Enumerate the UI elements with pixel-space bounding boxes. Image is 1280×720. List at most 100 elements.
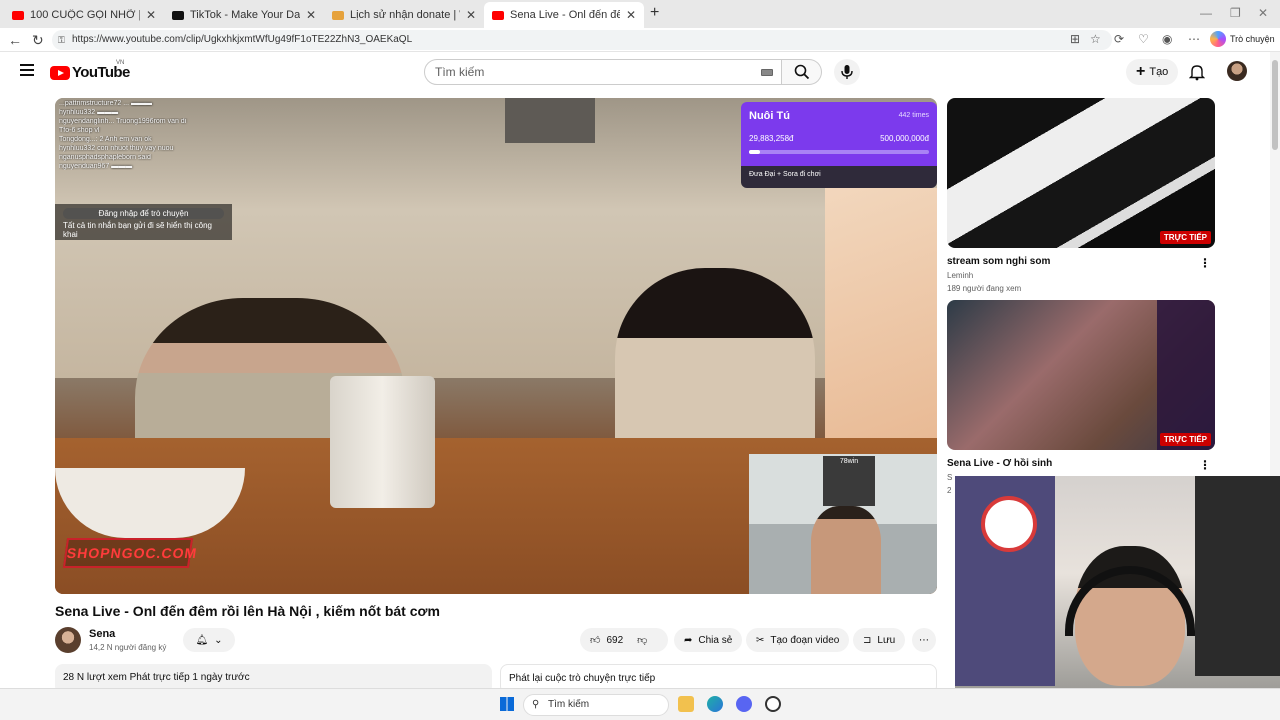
copilot-chat-button[interactable]: Trò chuyện	[1210, 31, 1275, 47]
donate-progress-bar	[749, 150, 929, 154]
tab-title: TikTok - Make Your Day	[190, 9, 300, 21]
tab-title: 100 CUỘC GỌI NHỠ | WOKEUP ft.	[30, 9, 140, 21]
url-text: https://www.youtube.com/clip/UgkxhkjxmtW…	[72, 34, 413, 45]
close-icon[interactable]: ✕	[626, 8, 636, 22]
more-horizontal-icon: ⋯	[919, 634, 929, 646]
chat-message: hynhluu332 con nhuot thuy vay nuou	[59, 145, 174, 152]
browser-tab-active[interactable]: Sena Live - Onl đến đêm rồi lên Hà ✕	[484, 2, 644, 28]
chat-message: ...pattrimstructure72 ... ▬▬▬	[59, 100, 152, 107]
chat-replay-label: Phát lại cuộc trò chuyện trực tiếp	[509, 673, 656, 684]
live-badge: TRỰC TIẾP	[1159, 231, 1211, 244]
bookmark-icon: ⊐	[863, 634, 872, 646]
donate-subtitle: Đưa Đại + Sora đi chơi	[741, 166, 937, 188]
search-input[interactable]: Tìm kiếm	[424, 59, 782, 85]
search-icon: ⚲	[532, 699, 540, 710]
more-menu-icon[interactable]: ⋯	[1188, 32, 1200, 46]
video-thumbnail[interactable]: TRỰC TIẾP	[947, 98, 1215, 248]
favorite-star-icon[interactable]: ☆	[1090, 32, 1101, 46]
youtube-favicon-icon	[492, 10, 504, 20]
tab-title: Sena Live - Onl đến đêm rồi lên Hà	[510, 9, 620, 21]
youtube-favicon-icon	[12, 10, 24, 20]
more-actions-button[interactable]: ⋯	[912, 628, 936, 652]
microphone-icon	[841, 65, 853, 79]
recommended-video[interactable]: TRỰC TIẾP stream som nghi som Leminh 189…	[947, 98, 1215, 293]
youtube-wordmark: YouTube	[72, 64, 130, 81]
discord-icon[interactable]	[736, 696, 752, 712]
new-tab-icon[interactable]: +	[650, 4, 659, 22]
create-label: Tạo	[1149, 66, 1169, 78]
app-available-icon[interactable]: ⊞	[1070, 32, 1080, 46]
donate-current: 29,883,258đ	[749, 134, 794, 143]
scrollbar-thumb[interactable]	[1272, 60, 1278, 150]
windows-start-icon[interactable]	[500, 697, 514, 711]
save-button[interactable]: ⊐ Lưu	[853, 628, 906, 652]
reload-icon[interactable]: ↻	[32, 32, 44, 49]
recommended-title[interactable]: Sena Live - Ơ hồi sinh	[947, 458, 1215, 469]
youtube-play-icon	[50, 65, 70, 80]
recommended-video[interactable]: TRỰC TIẾP Sena Live - Ơ hồi sinh S 2 ⋮	[947, 300, 1215, 495]
search-button[interactable]	[782, 59, 822, 85]
browser-tab[interactable]: 100 CUỘC GỌI NHỠ | WOKEUP ft. ✕	[4, 2, 164, 28]
subscription-bell-button[interactable]: 🔔︎ ⌄	[183, 628, 235, 652]
browser-tab-bar: 100 CUỘC GỌI NHỠ | WOKEUP ft. ✕ TikTok -…	[0, 0, 1280, 28]
video-thumbnail[interactable]: TRỰC TIẾP	[947, 300, 1215, 450]
video-player[interactable]: ...pattrimstructure72 ... ▬▬▬ hynhluu332…	[55, 98, 937, 594]
subscriber-count: 14,2 N người đăng ký	[89, 643, 167, 652]
share-button[interactable]: ➦ Chia sẻ	[674, 628, 743, 652]
keyboard-icon[interactable]	[761, 69, 773, 76]
recommended-channel[interactable]: Leminh	[947, 271, 1215, 280]
channel-name[interactable]: Sena	[89, 628, 115, 640]
like-count: 692	[606, 634, 624, 646]
video-frame-detail	[330, 376, 435, 508]
browser-tab[interactable]: Lịch sử nhận donate | WeScan ✕	[324, 2, 484, 28]
create-clip-button[interactable]: ✂ Tạo đoạn video	[746, 628, 850, 652]
file-explorer-icon[interactable]	[678, 696, 694, 712]
clip-label: Tạo đoạn video	[770, 634, 840, 646]
more-vertical-icon[interactable]: ⋮	[1199, 458, 1211, 472]
login-to-chat-button[interactable]: Đăng nhập để trò chuyện	[63, 208, 224, 219]
taskbar-search[interactable]: ⚲ Tìm kiếm	[523, 694, 669, 716]
thumbs-down-icon[interactable]: 👎︎	[637, 634, 647, 646]
search-placeholder: Tìm kiếm	[435, 65, 485, 79]
recommended-title[interactable]: stream som nghi som	[947, 256, 1215, 267]
channel-avatar[interactable]	[55, 627, 81, 653]
notifications-bell-icon[interactable]	[1189, 63, 1205, 81]
back-icon[interactable]: ←	[8, 32, 22, 48]
like-button[interactable]: 👍︎ 692	[590, 634, 624, 647]
user-avatar[interactable]	[1227, 61, 1247, 81]
recommended-viewers: 189 người đang xem	[947, 284, 1022, 293]
wall-clock	[981, 496, 1037, 552]
close-icon[interactable]: ✕	[146, 8, 156, 22]
close-icon[interactable]: ✕	[306, 8, 316, 22]
facecam-background	[1195, 476, 1280, 676]
video-title: Sena Live - Onl đến đêm rồi lên Hà Nội ,…	[55, 603, 440, 619]
youtube-logo[interactable]: YouTube VN	[50, 60, 130, 81]
share-label: Chia sẻ	[698, 634, 733, 646]
browser-tab[interactable]: TikTok - Make Your Day ✕	[164, 2, 324, 28]
extensions-icon[interactable]: ⟳	[1114, 32, 1124, 46]
close-icon[interactable]: ✕	[466, 8, 476, 22]
more-vertical-icon[interactable]: ⋮	[1199, 256, 1211, 270]
close-window-icon[interactable]: ✕	[1258, 6, 1268, 20]
inset-poster: 78win	[823, 456, 875, 506]
video-frame-detail	[825, 188, 937, 458]
voice-search-button[interactable]	[834, 59, 860, 85]
create-button[interactable]: + Tạo	[1126, 59, 1179, 85]
views-info: 28 N lượt xem Phát trực tiếp 1 ngày trướ…	[63, 672, 250, 683]
chat-message: Tfo-6 shop vl	[59, 127, 100, 134]
restore-icon[interactable]: ❐	[1230, 6, 1241, 20]
obs-icon[interactable]	[765, 696, 781, 712]
edge-browser-icon[interactable]	[707, 696, 723, 712]
bell-icon: 🔔︎	[195, 634, 209, 646]
hamburger-menu-icon[interactable]	[20, 64, 34, 76]
browser-essentials-icon[interactable]: ♡	[1138, 32, 1149, 46]
minimize-icon[interactable]: —	[1200, 6, 1212, 20]
profile-avatar-icon[interactable]: ◉	[1162, 32, 1172, 46]
site-info-icon[interactable]: ⚿	[58, 30, 65, 50]
url-field[interactable]: ⚿ https://www.youtube.com/clip/Ugkxhkjxm…	[52, 30, 1112, 50]
donate-times: 442 times	[898, 112, 929, 119]
video-frame-detail	[505, 98, 595, 143]
shop-watermark-logo: SHOPNGOC.COM	[62, 538, 198, 568]
donate-goal-widget: Nuôi Tú 442 times 29,883,258đ 500,000,00…	[741, 102, 937, 188]
webcam-inset: 78win	[749, 454, 937, 594]
